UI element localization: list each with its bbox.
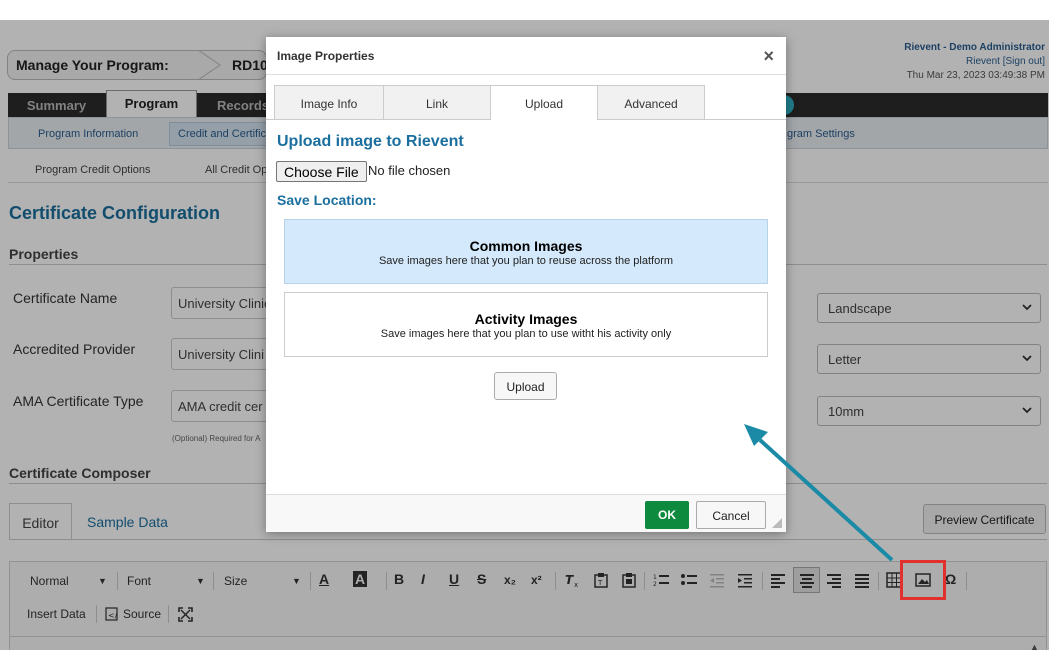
image-button-highlight [900,560,946,600]
page: Manage Your Program: RD10 Rievent - Demo… [0,20,1049,650]
annotation-arrow [744,424,894,562]
